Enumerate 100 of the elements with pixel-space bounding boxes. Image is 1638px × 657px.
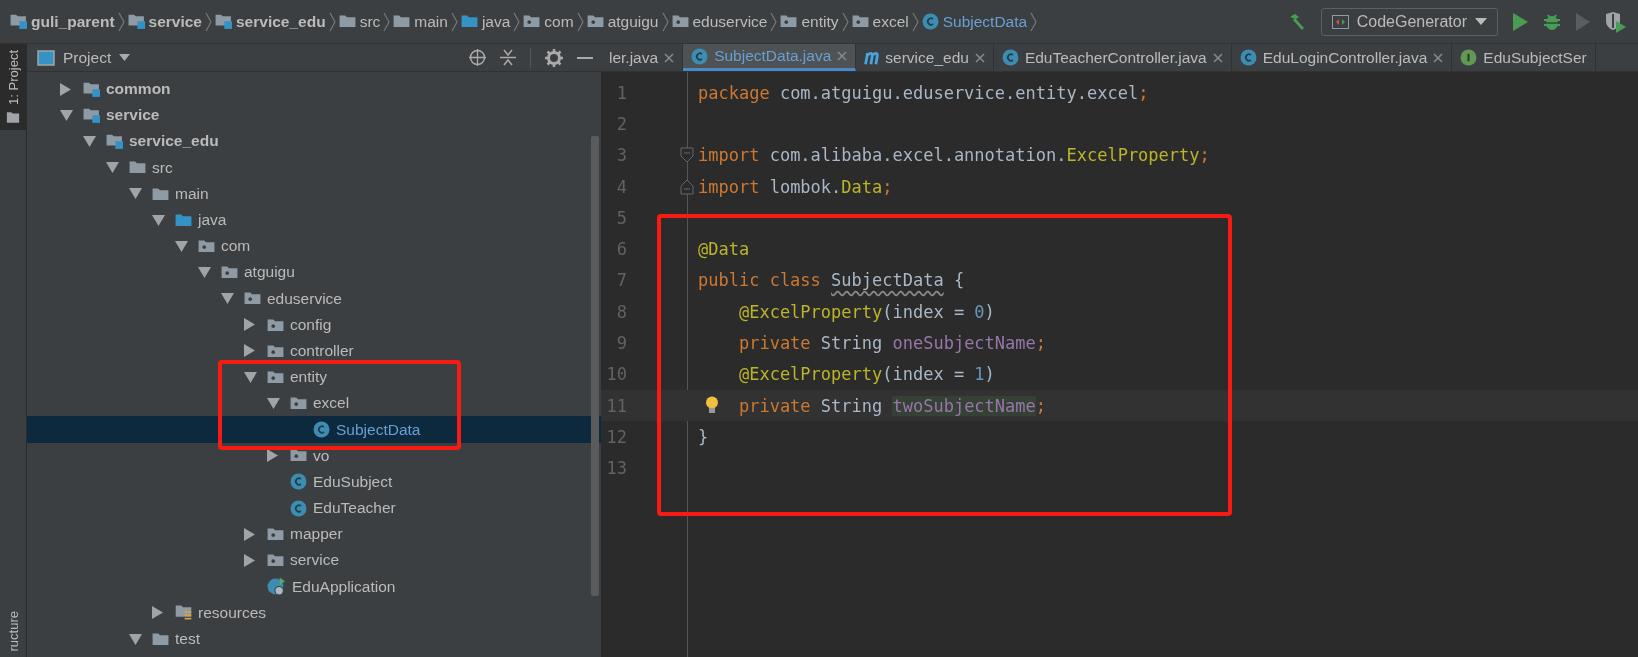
tool-window-tab[interactable]: ructure [0, 604, 26, 657]
close-icon[interactable] [664, 52, 675, 63]
breadcrumb[interactable]: guli_parent [10, 12, 115, 31]
module-folder-icon [83, 81, 100, 97]
folder-icon [129, 161, 146, 174]
tree-item-label: mapper [290, 525, 343, 544]
collapse-arrow-icon[interactable] [60, 82, 71, 96]
spring-app-icon [267, 577, 286, 597]
tree-item[interactable]: src [27, 154, 601, 181]
tree-item-label: service [290, 551, 340, 570]
editor-tab[interactable]: service_edu [856, 44, 994, 71]
tree-item[interactable]: com [27, 233, 601, 260]
breadcrumb[interactable]: java [460, 12, 511, 31]
tree-item[interactable]: mapper [27, 521, 601, 548]
expand-arrow-icon[interactable] [106, 162, 119, 174]
expand-arrow-icon[interactable] [267, 397, 280, 409]
expand-arrow-icon[interactable] [244, 371, 257, 383]
expand-arrow-icon[interactable] [198, 266, 211, 278]
collapse-all-icon[interactable] [500, 49, 516, 66]
breadcrumb-label: guli_parent [31, 12, 115, 31]
expand-arrow-icon[interactable] [129, 188, 142, 200]
line-number: 6 [615, 239, 627, 260]
expand-arrow-icon[interactable] [129, 633, 142, 645]
run-icon[interactable] [1512, 12, 1528, 31]
tree-item-label: atguigu [244, 263, 295, 282]
tree-item[interactable]: common [27, 76, 601, 103]
tree-item[interactable]: SubjectData [27, 416, 601, 443]
tree-item-label: com [221, 237, 251, 256]
expand-arrow-icon[interactable] [221, 293, 234, 305]
breadcrumb[interactable]: entity [780, 12, 839, 31]
close-icon[interactable] [837, 51, 848, 61]
tree-item[interactable]: service [27, 547, 601, 574]
coverage-icon[interactable] [1604, 10, 1626, 33]
chevron-icon [1030, 11, 1038, 32]
tree-item[interactable]: atguigu [27, 259, 601, 286]
folder-icon [175, 213, 192, 227]
editor-tab[interactable]: SubjectData.java [683, 44, 857, 71]
lightbulb-icon[interactable] [705, 395, 719, 415]
expand-arrow-icon[interactable] [83, 135, 96, 147]
chevron-icon [770, 11, 778, 32]
tree-item[interactable]: excel [27, 390, 601, 417]
package-folder-icon [244, 292, 261, 305]
tree-item[interactable]: resources [27, 599, 601, 626]
breadcrumb[interactable]: service_edu [215, 12, 326, 31]
locate-icon[interactable] [469, 49, 486, 66]
tool-window-tab[interactable]: 1: Project [0, 44, 26, 130]
breadcrumb[interactable]: excel [851, 12, 909, 31]
tree-item[interactable]: config [27, 311, 601, 338]
close-icon[interactable] [1212, 52, 1223, 63]
fold-icon[interactable] [680, 178, 694, 195]
breadcrumb[interactable]: atguigu [586, 12, 659, 31]
caret-icon[interactable] [119, 54, 131, 61]
expand-arrow-icon[interactable] [60, 109, 73, 121]
class-icon [290, 473, 307, 491]
expand-arrow-icon[interactable] [175, 240, 188, 252]
collapse-arrow-icon[interactable] [244, 344, 255, 358]
tree-item[interactable]: eduservice [27, 285, 601, 312]
breadcrumb-label: main [414, 12, 448, 31]
tree-item[interactable]: test [27, 625, 601, 653]
tree-item[interactable]: service [27, 102, 601, 129]
tree-item[interactable]: controller [27, 337, 601, 365]
collapse-arrow-icon[interactable] [244, 553, 255, 567]
tree-item[interactable]: EduTeacher [27, 495, 601, 522]
settings-icon[interactable] [545, 48, 563, 67]
module-folder-icon [106, 133, 123, 149]
tree-item[interactable]: EduSubject [27, 468, 601, 495]
collapse-arrow-icon[interactable] [244, 318, 255, 332]
minimize-icon[interactable] [577, 55, 593, 60]
resources-folder-icon [175, 605, 192, 621]
tree-item[interactable]: service_edu [27, 128, 601, 155]
tree-item[interactable]: vo [27, 442, 601, 469]
collapse-arrow-icon[interactable] [244, 527, 255, 541]
tree-item[interactable]: main [27, 180, 601, 207]
breadcrumb[interactable]: main [393, 12, 448, 31]
breadcrumb[interactable]: src [338, 12, 381, 31]
module-folder-icon [127, 14, 145, 29]
package-folder-icon [851, 15, 869, 28]
tree-item-label: excel [313, 394, 350, 413]
editor-tab[interactable]: EduTeacherController.java [993, 44, 1232, 71]
editor-tab[interactable]: EduSubjectSer [1452, 44, 1596, 71]
breadcrumb[interactable]: SubjectData [921, 12, 1028, 31]
package-folder-icon [267, 528, 284, 541]
breadcrumb-label: excel [872, 12, 909, 31]
expand-arrow-icon[interactable] [152, 214, 165, 226]
tree-item[interactable]: java [27, 206, 601, 234]
close-icon[interactable] [1433, 52, 1444, 63]
tree-item[interactable]: EduApplication [27, 573, 601, 600]
breadcrumb[interactable]: com [523, 12, 574, 31]
editor-tab[interactable]: EduLoginController.java [1231, 44, 1453, 71]
close-icon[interactable] [974, 52, 985, 63]
run-configuration-dropdown[interactable]: CodeGenerator [1320, 7, 1498, 36]
breadcrumb[interactable]: service [127, 12, 202, 31]
fold-icon[interactable] [680, 147, 694, 164]
collapse-arrow-icon[interactable] [267, 449, 278, 463]
collapse-arrow-icon[interactable] [152, 606, 163, 620]
breadcrumb[interactable]: eduservice [671, 12, 768, 31]
tree-item[interactable]: entity [27, 364, 601, 391]
tree-item-label: service [106, 106, 160, 125]
scrollbar[interactable] [591, 136, 599, 596]
panel-title[interactable]: Project [63, 48, 112, 67]
